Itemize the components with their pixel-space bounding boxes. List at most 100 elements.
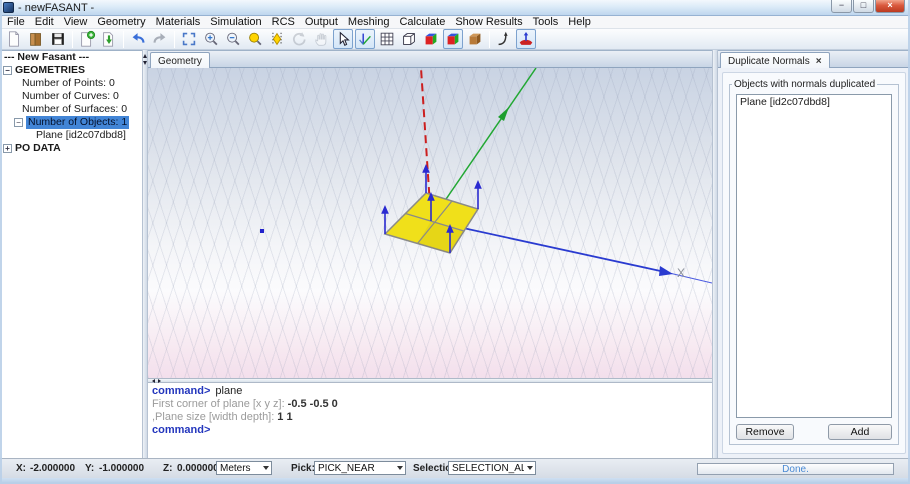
tab-geometry[interactable]: Geometry [150, 52, 210, 69]
selection-dropdown[interactable]: SELECTION_ALL [448, 461, 536, 475]
tree-root[interactable]: --- New Fasant --- [0, 51, 142, 64]
console-line: command> [152, 424, 712, 437]
window-title: - newFASANT - [18, 2, 94, 14]
opaque-view-icon[interactable] [465, 29, 485, 49]
toolbar [0, 29, 910, 50]
duplicate-normals-content: Objects with normals duplicated Plane [i… [722, 72, 906, 454]
splitter-arrow-icon[interactable] [143, 54, 147, 58]
pick-dropdown[interactable]: PICK_NEAR [314, 461, 406, 475]
geometry-tree-panel: --- New Fasant --- −GEOMETRIES Number of… [0, 50, 142, 458]
close-tab-icon[interactable]: × [816, 56, 822, 67]
add-button[interactable]: Add [828, 424, 892, 440]
menu-meshing[interactable]: Meshing [343, 16, 395, 29]
select-cursor-icon[interactable] [333, 29, 353, 49]
tree-root-label: --- New Fasant --- [4, 51, 89, 64]
command-prompt: command> [152, 385, 210, 397]
splitter-arrow-icon[interactable] [143, 61, 147, 65]
menu-file[interactable]: File [2, 16, 30, 29]
menu-help[interactable]: Help [563, 16, 596, 29]
menu-tools[interactable]: Tools [528, 16, 564, 29]
solid-selected-view-icon[interactable] [443, 29, 463, 49]
expand-icon[interactable]: + [3, 144, 12, 153]
show-axes-icon[interactable] [355, 29, 375, 49]
menu-output[interactable]: Output [300, 16, 343, 29]
menu-simulation[interactable]: Simulation [205, 16, 266, 29]
command-text: plane [215, 385, 242, 397]
selected-tree-item[interactable]: Number of Objects: 1 [26, 116, 129, 129]
collapse-icon[interactable]: − [14, 118, 23, 127]
tree-node-surfaces[interactable]: Number of Surfaces: 0 [0, 103, 142, 116]
menu-view[interactable]: View [59, 16, 93, 29]
tree-node-objects[interactable]: −Number of Objects: 1 [0, 116, 142, 129]
tree-node-plane[interactable]: Plane [id2c07dbd8] [0, 129, 142, 142]
console-line: First corner of plane [x y z]:-0.5 -0.5 … [152, 398, 712, 411]
menu-geometry[interactable]: Geometry [92, 16, 150, 29]
pick-label: Pick: [291, 463, 315, 474]
duplicated-objects-list[interactable]: Plane [id2c07dbd8] [736, 94, 892, 418]
dropdown-arrow-icon[interactable] [260, 466, 271, 470]
z-coord-value: 0.000000 [177, 463, 219, 474]
toolbar-separator [174, 31, 175, 48]
menu-show-results[interactable]: Show Results [450, 16, 527, 29]
collapse-icon[interactable]: − [3, 66, 12, 75]
console-line: ,Plane size [width depth]:1 1 [152, 411, 712, 424]
y-axis-line [431, 68, 536, 221]
pan-view-icon[interactable] [311, 29, 331, 49]
command-prompt: command> [152, 424, 210, 436]
close-button[interactable]: × [875, 0, 905, 13]
menu-materials[interactable]: Materials [151, 16, 206, 29]
viewport[interactable]: X [148, 68, 712, 378]
tree-node-geometries[interactable]: −GEOMETRIES [0, 64, 142, 77]
solid-view-icon[interactable] [421, 29, 441, 49]
undo-icon[interactable] [128, 29, 148, 49]
status-bar: X: -2.000000 Y: -1.000000 Z: 0.000000 Me… [0, 458, 910, 478]
zoom-in-icon[interactable] [201, 29, 221, 49]
new-document-icon[interactable] [4, 29, 24, 49]
list-item[interactable]: Plane [id2c07dbd8] [737, 95, 891, 109]
units-dropdown[interactable]: Meters [216, 461, 272, 475]
title-bar: - newFASANT - [0, 0, 910, 16]
point-marker [260, 229, 264, 233]
toolbar-separator [123, 31, 124, 48]
redo-icon[interactable] [150, 29, 170, 49]
zoom-window-icon[interactable] [245, 29, 265, 49]
fit-view-icon[interactable] [179, 29, 199, 49]
point-select-icon[interactable] [267, 29, 287, 49]
menu-calculate[interactable]: Calculate [394, 16, 450, 29]
app-icon [3, 2, 14, 13]
new-with-add-icon[interactable] [77, 29, 97, 49]
wireframe-view-icon[interactable] [399, 29, 419, 49]
remove-button[interactable]: Remove [736, 424, 794, 440]
minimize-button[interactable]: − [831, 0, 852, 13]
z-coord-label: Z: [163, 463, 172, 474]
command-console[interactable]: command> plane First corner of plane [x y… [148, 383, 712, 458]
dropdown-arrow-icon[interactable] [394, 466, 405, 470]
menu-rcs[interactable]: RCS [267, 16, 300, 29]
y-coord-label: Y: [85, 463, 94, 474]
tree-node-curves[interactable]: Number of Curves: 0 [0, 90, 142, 103]
tree-node-points[interactable]: Number of Points: 0 [0, 77, 142, 90]
viewport-canvas[interactable]: X [148, 68, 712, 378]
menu-edit[interactable]: Edit [30, 16, 59, 29]
objects-groupbox: Objects with normals duplicated Plane [i… [729, 79, 899, 445]
maximize-button[interactable]: □ [853, 0, 874, 13]
x-coord-label: X: [16, 463, 26, 474]
x-coord-value: -2.000000 [30, 463, 75, 474]
show-grid-icon[interactable] [377, 29, 397, 49]
save-icon[interactable] [48, 29, 68, 49]
dropdown-arrow-icon[interactable] [524, 466, 535, 470]
menu-bar: File Edit View Geometry Materials Simula… [0, 16, 910, 29]
rotate-view-icon[interactable] [289, 29, 309, 49]
import-download-icon[interactable] [99, 29, 119, 49]
open-icon[interactable] [26, 29, 46, 49]
tab-duplicate-normals[interactable]: Duplicate Normals × [720, 52, 830, 69]
window-bottom-frame [0, 478, 910, 484]
tree-node-po-data[interactable]: +PO DATA [0, 142, 142, 155]
x-axis-label: X [677, 266, 685, 280]
groupbox-label: Objects with normals duplicated [732, 79, 877, 90]
bend-curve-icon[interactable] [494, 29, 514, 49]
show-normals-icon[interactable] [516, 29, 536, 49]
toolbar-separator [489, 31, 490, 48]
duplicate-normals-panel: Objects with normals duplicated Plane [i… [718, 68, 910, 458]
zoom-out-icon[interactable] [223, 29, 243, 49]
